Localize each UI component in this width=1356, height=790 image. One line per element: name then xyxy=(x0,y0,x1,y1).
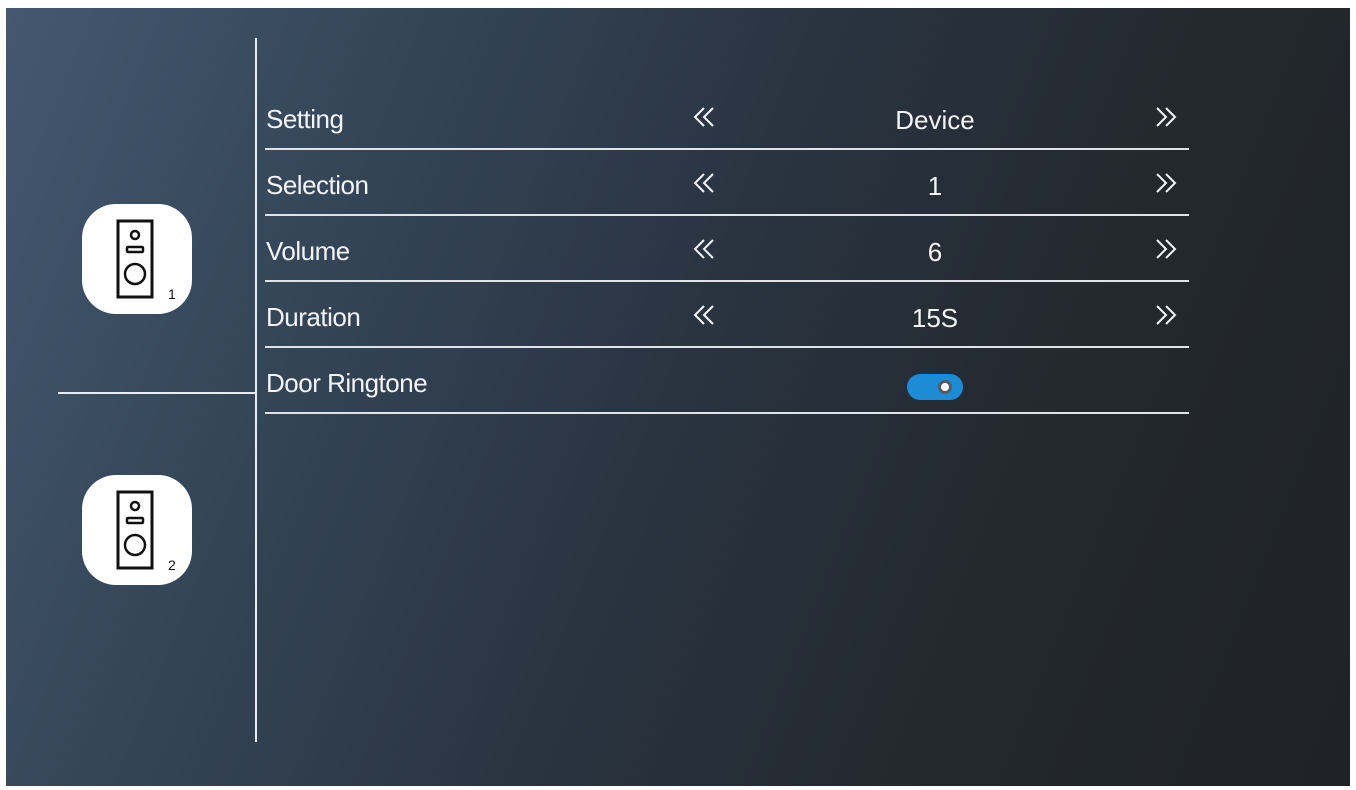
row-label: Door Ringtone xyxy=(266,368,428,398)
setting-row-selection: Selection 1 xyxy=(265,150,1189,216)
device-number: 1 xyxy=(168,286,176,302)
toggle-knob xyxy=(938,380,952,394)
row-value: 1 xyxy=(927,171,943,201)
setting-row-duration: Duration 15S xyxy=(265,282,1189,348)
row-value: 6 xyxy=(927,237,943,267)
doorbell-icon xyxy=(116,490,154,570)
row-label: Selection xyxy=(266,170,369,200)
settings-list: Setting Device Selection 1 Volume 6 Dura… xyxy=(265,84,1189,414)
settings-screen: 1 2 Setting Device Selection 1 Volume 6 … xyxy=(6,8,1350,786)
double-chevron-right-icon[interactable] xyxy=(1153,170,1179,203)
row-value: 15S xyxy=(911,303,959,333)
door-ringtone-toggle[interactable] xyxy=(907,374,963,400)
setting-row-door-ringtone: Door Ringtone xyxy=(265,348,1189,414)
double-chevron-right-icon[interactable] xyxy=(1153,236,1179,269)
sidebar-divider xyxy=(58,392,256,394)
vertical-divider xyxy=(255,38,257,742)
double-chevron-left-icon[interactable] xyxy=(691,104,717,137)
doorbell-device-1-button[interactable]: 1 xyxy=(82,204,192,314)
row-label: Setting xyxy=(266,104,344,134)
doorbell-device-2-button[interactable]: 2 xyxy=(82,475,192,585)
double-chevron-right-icon[interactable] xyxy=(1153,104,1179,137)
row-value: Device xyxy=(895,105,975,135)
row-label: Duration xyxy=(266,302,361,332)
double-chevron-left-icon[interactable] xyxy=(691,170,717,203)
row-label: Volume xyxy=(266,236,350,266)
double-chevron-right-icon[interactable] xyxy=(1153,302,1179,335)
setting-row-setting: Setting Device xyxy=(265,84,1189,150)
device-number: 2 xyxy=(168,557,176,573)
setting-row-volume: Volume 6 xyxy=(265,216,1189,282)
doorbell-icon xyxy=(116,219,154,299)
double-chevron-left-icon[interactable] xyxy=(691,302,717,335)
double-chevron-left-icon[interactable] xyxy=(691,236,717,269)
